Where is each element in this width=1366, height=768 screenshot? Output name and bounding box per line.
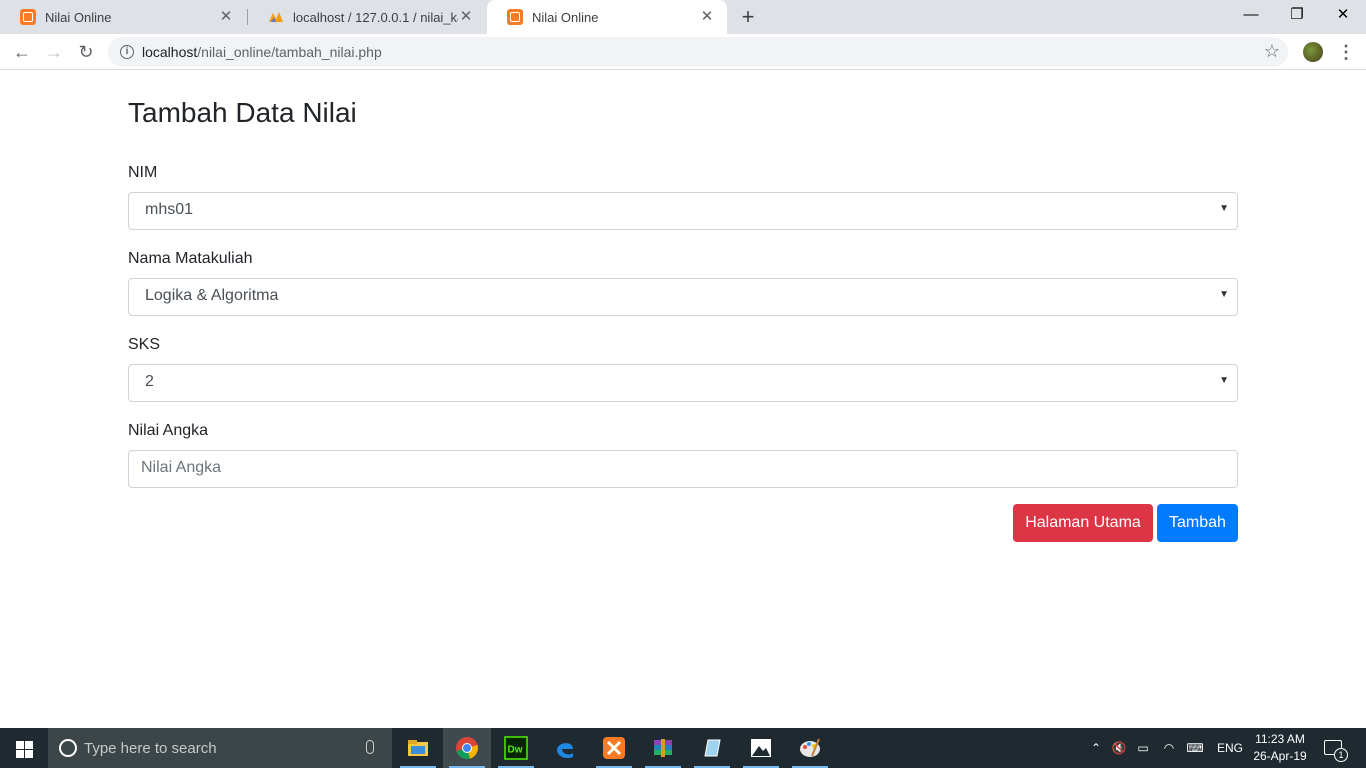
page-content: Tambah Data Nilai NIM mhs01 ▼ Nama Matak… [0, 71, 1366, 728]
dropdown-arrow-icon: ▼ [1219, 203, 1229, 214]
tab-title: Nilai Online [532, 9, 599, 25]
matakuliah-label: Nama Matakuliah [128, 250, 253, 267]
nim-select[interactable]: mhs01 ▼ [128, 192, 1238, 230]
paint-palette-icon [800, 738, 820, 757]
edge-app[interactable] [541, 728, 589, 768]
nilai-input[interactable]: Nilai Angka [128, 450, 1238, 488]
wifi-icon[interactable]: ◠ [1160, 728, 1178, 768]
close-tab-icon[interactable]: ✕ [458, 9, 474, 25]
bookmark-star-icon[interactable]: ☆ [1264, 41, 1280, 62]
xampp-icon [507, 9, 523, 25]
svg-text:Dw: Dw [508, 745, 523, 756]
photos-icon [751, 739, 771, 757]
notification-count-badge: 1 [1334, 748, 1348, 762]
windows-start-button[interactable] [0, 728, 48, 768]
dreamweaver-icon: Dw [504, 736, 528, 760]
show-hidden-icons-chevron-icon[interactable]: ⌃ [1088, 728, 1104, 768]
volume-muted-icon[interactable]: 🔇 [1110, 728, 1128, 768]
info-icon[interactable]: i [120, 45, 134, 59]
edge-icon [557, 743, 573, 759]
xampp-icon [603, 737, 625, 759]
sks-value: 2 [145, 373, 154, 390]
chrome-app[interactable] [443, 728, 491, 768]
nilai-label: Nilai Angka [128, 422, 209, 439]
browser-tab-active[interactable]: Nilai Online ✕ [487, 0, 727, 34]
file-explorer-app[interactable] [394, 728, 442, 768]
close-window-button[interactable]: ✕ [1320, 0, 1366, 30]
back-icon[interactable]: ← [10, 40, 34, 64]
windows-logo-icon [16, 741, 24, 749]
xampp-app[interactable] [590, 728, 638, 768]
nim-value: mhs01 [145, 201, 194, 218]
dreamweaver-app[interactable]: Dw [492, 728, 540, 768]
clock-date: 26-Apr-19 [1253, 749, 1307, 763]
windows-logo-icon [25, 741, 33, 749]
xampp-icon [20, 9, 36, 25]
keyboard-icon[interactable]: ⌨ [1184, 728, 1206, 768]
language-indicator[interactable]: ENG [1216, 728, 1244, 768]
taskbar-search-box[interactable]: Type here to search [48, 728, 392, 768]
notepad-app[interactable] [688, 728, 736, 768]
windows-logo-icon [25, 750, 33, 758]
page-title: Tambah Data Nilai [128, 97, 357, 128]
new-tab-button[interactable]: + [736, 5, 760, 29]
matakuliah-select[interactable]: Logika & Algoritma ▼ [128, 278, 1238, 316]
browser-tab[interactable]: localhost / 127.0.0.1 / nilai_kampus ✕ [248, 0, 486, 34]
dropdown-arrow-icon: ▼ [1219, 289, 1229, 300]
photos-app[interactable] [737, 728, 785, 768]
browser-tab[interactable]: Nilai Online ✕ [0, 0, 246, 34]
minimize-button[interactable]: — [1228, 0, 1274, 30]
sks-label: SKS [128, 336, 161, 353]
tab-title: localhost / 127.0.0.1 / nilai_kampus [293, 9, 458, 25]
paint-app[interactable] [786, 728, 834, 768]
chrome-icon [456, 737, 478, 759]
dropdown-arrow-icon: ▼ [1219, 375, 1229, 386]
close-tab-icon[interactable]: ✕ [218, 9, 234, 25]
tab-strip: Nilai Online ✕ localhost / 127.0.0.1 / n… [0, 0, 1366, 34]
battery-icon[interactable]: ▭ [1134, 728, 1152, 768]
close-tab-icon[interactable]: ✕ [699, 9, 715, 25]
matakuliah-value: Logika & Algoritma [145, 287, 279, 304]
browser-toolbar: ← → ↻ i localhost/nilai_online/tambah_ni… [0, 34, 1366, 70]
winrar-app[interactable] [639, 728, 687, 768]
clock-time: 11:23 AM [1255, 732, 1305, 746]
menu-icon[interactable]: ⋮ [1336, 40, 1356, 64]
address-bar[interactable]: i localhost/nilai_online/tambah_nilai.ph… [108, 37, 1288, 67]
sks-select[interactable]: 2 ▼ [128, 364, 1238, 402]
clock[interactable]: 11:23 AM 26-Apr-19 [1248, 731, 1312, 765]
home-button[interactable]: Halaman Utama [1013, 504, 1153, 542]
notepad-icon [704, 739, 721, 757]
phpmyadmin-icon [269, 12, 283, 22]
taskbar: Type here to search Dw ⌃ 🔇 ▭ ◠ ⌨ ENG 11:… [0, 728, 1366, 768]
windows-logo-icon [16, 750, 24, 758]
winrar-icon [654, 739, 672, 757]
tab-title: Nilai Online [45, 9, 112, 25]
nim-label: NIM [128, 164, 158, 181]
restore-button[interactable]: ❐ [1274, 0, 1320, 30]
reload-icon[interactable]: ↻ [74, 40, 98, 64]
search-placeholder: Type here to search [84, 740, 217, 757]
url-text[interactable]: localhost/nilai_online/tambah_nilai.php [142, 44, 382, 60]
cortana-icon [59, 739, 77, 757]
profile-avatar[interactable] [1303, 42, 1323, 62]
add-button[interactable]: Tambah [1157, 504, 1238, 542]
folder-icon [408, 740, 428, 756]
microphone-icon[interactable] [366, 740, 374, 754]
forward-icon[interactable]: → [42, 40, 66, 64]
nilai-placeholder: Nilai Angka [141, 459, 222, 476]
